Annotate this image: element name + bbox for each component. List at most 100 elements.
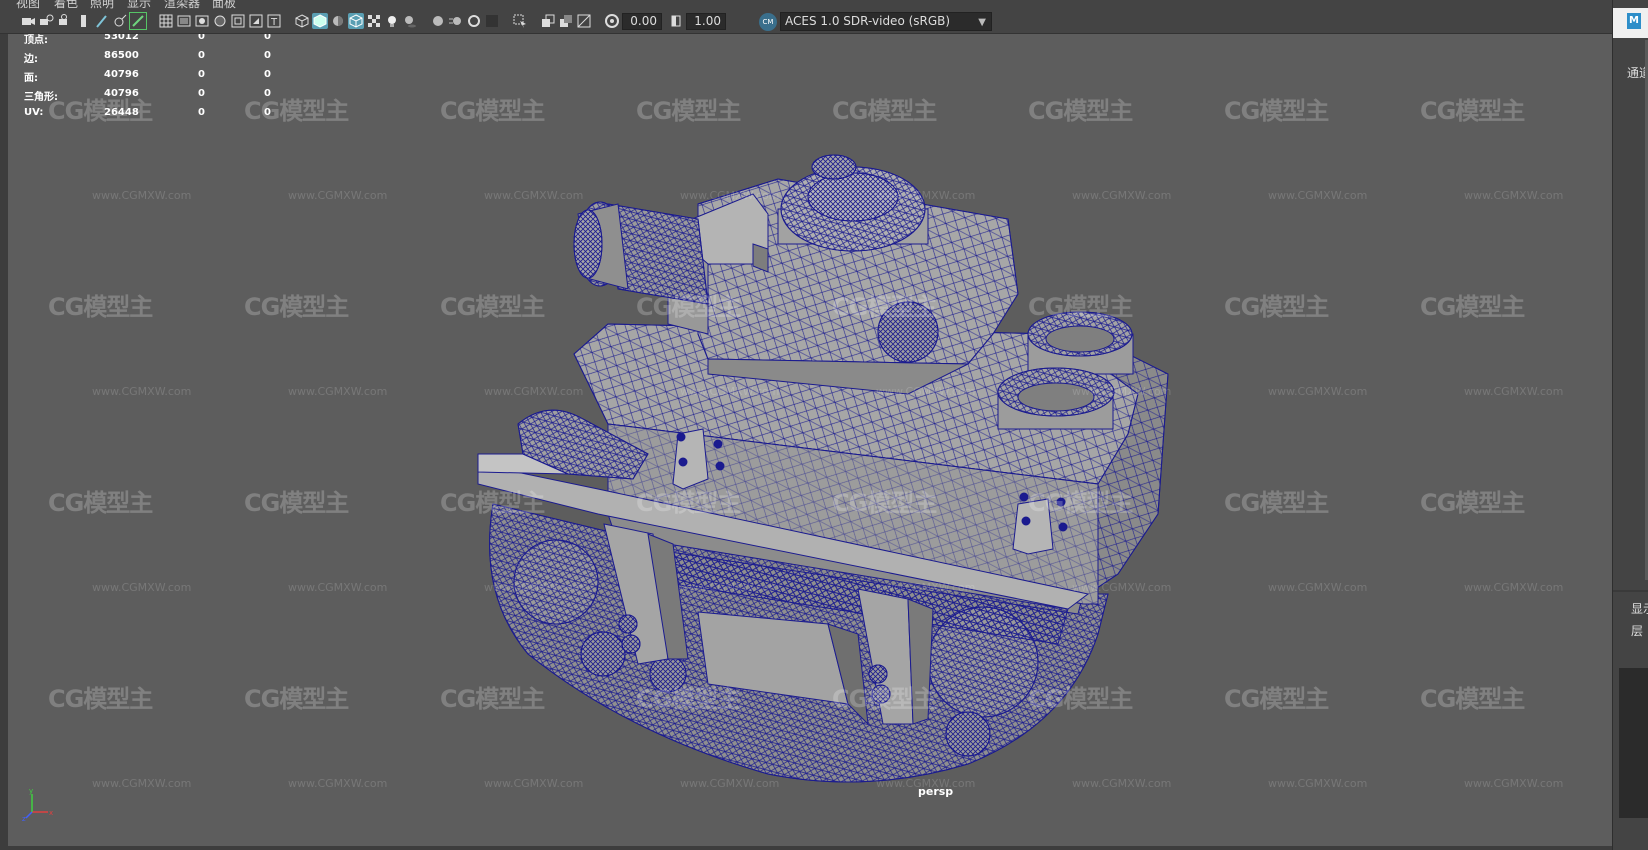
field-chart-icon[interactable] — [230, 13, 246, 29]
axis-x-label: x — [49, 809, 53, 817]
bookmarks-icon[interactable] — [56, 13, 72, 29]
watermark-logo: CG模型主 — [1224, 97, 1329, 125]
watermark-url: www.CGMXW.com — [1464, 189, 1564, 202]
watermark-logo: CG模型主 — [1028, 489, 1133, 517]
depth-of-field-icon[interactable] — [484, 13, 500, 29]
texture-icon[interactable] — [576, 13, 592, 29]
hud-value: 40796 — [104, 88, 139, 99]
gate-mask-icon[interactable] — [212, 13, 228, 29]
resolution-gate-icon[interactable] — [194, 13, 210, 29]
watermark-url: www.CGMXW.com — [1268, 385, 1368, 398]
menu-show[interactable]: 显示 — [127, 0, 151, 10]
watermark-url: www.CGMXW.com — [876, 385, 976, 398]
watermark-logo: CG模型主 — [440, 685, 545, 713]
watermark-logo: CG模型主 — [636, 293, 741, 321]
shadows-icon[interactable] — [402, 13, 418, 29]
hud-label: 三角形: — [24, 92, 58, 103]
watermark-logo: CG模型主 — [1420, 685, 1525, 713]
watermark-url: www.CGMXW.com — [92, 385, 192, 398]
layer-list[interactable] — [1619, 668, 1648, 818]
xray-icon[interactable] — [366, 13, 382, 29]
watermark-url: www.CGMXW.com — [1268, 777, 1368, 790]
watermark-logo: CG模型主 — [440, 489, 545, 517]
anti-aliasing-icon[interactable] — [466, 13, 482, 29]
hud-value: 0 — [264, 107, 271, 118]
smooth-shade-icon[interactable] — [312, 13, 328, 29]
watermark-logo: CG模型主 — [832, 685, 937, 713]
viewport-left-border — [0, 34, 8, 850]
screen-space-ao-icon[interactable] — [430, 13, 446, 29]
color-management-icon[interactable]: CM — [759, 13, 777, 31]
hud-value: 0 — [264, 50, 271, 61]
safe-action-icon[interactable] — [248, 13, 264, 29]
menu-renderer[interactable]: 渲染器 — [164, 0, 200, 10]
watermark-url: www.CGMXW.com — [876, 189, 976, 202]
menu-view[interactable]: 视图 — [16, 0, 40, 10]
wireframe-on-shaded-icon[interactable] — [348, 13, 364, 29]
watermark-url: www.CGMXW.com — [288, 189, 388, 202]
film-gate-icon[interactable] — [176, 13, 192, 29]
watermark-url: www.CGMXW.com — [1268, 189, 1368, 202]
gamma-field[interactable]: 1.00 — [686, 13, 726, 30]
3d-viewport[interactable]: CG模型主 www.CGMXW.com CG模型主 www.CGMXW.com CG模型… — [8, 34, 1612, 846]
watermark-url: www.CGMXW.com — [92, 777, 192, 790]
hud-value: 0 — [198, 69, 205, 80]
menu-shading[interactable]: 着色 — [54, 0, 78, 10]
xray-joints-icon[interactable] — [540, 13, 556, 29]
maya-logo-icon: M — [1627, 13, 1641, 29]
watermark-logo: CG模型主 — [1420, 97, 1525, 125]
hud-value: 86500 — [104, 50, 139, 61]
image-plane-icon[interactable] — [76, 13, 92, 29]
exposure-icon[interactable] — [604, 13, 620, 29]
watermark-url: www.CGMXW.com — [484, 581, 584, 594]
2d-pan-zoom-icon[interactable] — [112, 13, 128, 29]
panel-divider[interactable] — [1613, 590, 1648, 592]
watermark-logo: CG模型主 — [244, 685, 349, 713]
hud-label: 顶点: — [24, 35, 48, 46]
watermark-logo: CG模型主 — [1420, 489, 1525, 517]
watermark-logo: CG模型主 — [1420, 293, 1525, 321]
layer-tab[interactable]: 层 — [1631, 622, 1643, 639]
viewport-toolbar: T 0.00 1.00 CM ACES 1.0 SDR-video (sRGB)… — [0, 10, 1612, 34]
watermark-url: www.CGMXW.com — [1072, 385, 1172, 398]
color-space-dropdown[interactable]: ACES 1.0 SDR-video (sRGB) ▼ — [780, 12, 992, 31]
watermark-logo: CG模型主 — [244, 293, 349, 321]
pencil-tool-icon[interactable] — [129, 12, 147, 30]
grid-icon[interactable] — [158, 13, 174, 29]
watermark-url: www.CGMXW.com — [288, 581, 388, 594]
hud-value: 53012 — [104, 34, 139, 42]
watermark-url: www.CGMXW.com — [484, 189, 584, 202]
color-space-value: ACES 1.0 SDR-video (sRGB) — [785, 14, 951, 28]
watermark-url: www.CGMXW.com — [288, 385, 388, 398]
watermark-logo: CG模型主 — [48, 293, 153, 321]
grease-pencil-icon[interactable] — [94, 13, 110, 29]
isolate-select-icon[interactable] — [512, 13, 528, 29]
safe-title-icon[interactable]: T — [266, 13, 282, 29]
watermark-url: www.CGMXW.com — [1464, 777, 1564, 790]
channel-box-panel: M 通道 显示 层 — [1612, 0, 1648, 850]
hud-value: 0 — [198, 50, 205, 61]
lights-icon[interactable] — [384, 13, 400, 29]
chevron-down-icon: ▼ — [978, 17, 986, 28]
tank-model[interactable] — [8, 34, 1612, 846]
menu-lighting[interactable]: 照明 — [90, 0, 114, 10]
camera-name-label: persp — [918, 785, 954, 798]
default-material-icon[interactable] — [330, 13, 346, 29]
viewport-bottom-border — [0, 846, 1612, 850]
xray-active-components-icon[interactable] — [558, 13, 574, 29]
watermark-logo: CG模型主 — [636, 97, 741, 125]
watermark-url: www.CGMXW.com — [92, 581, 192, 594]
exposure-field[interactable]: 0.00 — [622, 13, 662, 30]
wireframe-cube-icon[interactable] — [294, 13, 310, 29]
select-camera-icon[interactable] — [20, 13, 36, 29]
hud-value: 0 — [264, 88, 271, 99]
watermark-logo: CG模型主 — [832, 293, 937, 321]
display-tab[interactable]: 显示 — [1631, 600, 1648, 617]
watermark-logo: CG模型主 — [1224, 293, 1329, 321]
menu-bar: 视图 着色 照明 显示 渲染器 面板 — [0, 0, 1612, 10]
gamma-icon[interactable] — [668, 13, 684, 29]
watermark-url: www.CGMXW.com — [876, 581, 976, 594]
motion-blur-icon[interactable] — [448, 13, 464, 29]
menu-panels[interactable]: 面板 — [212, 0, 236, 10]
camera-attributes-icon[interactable] — [38, 13, 54, 29]
